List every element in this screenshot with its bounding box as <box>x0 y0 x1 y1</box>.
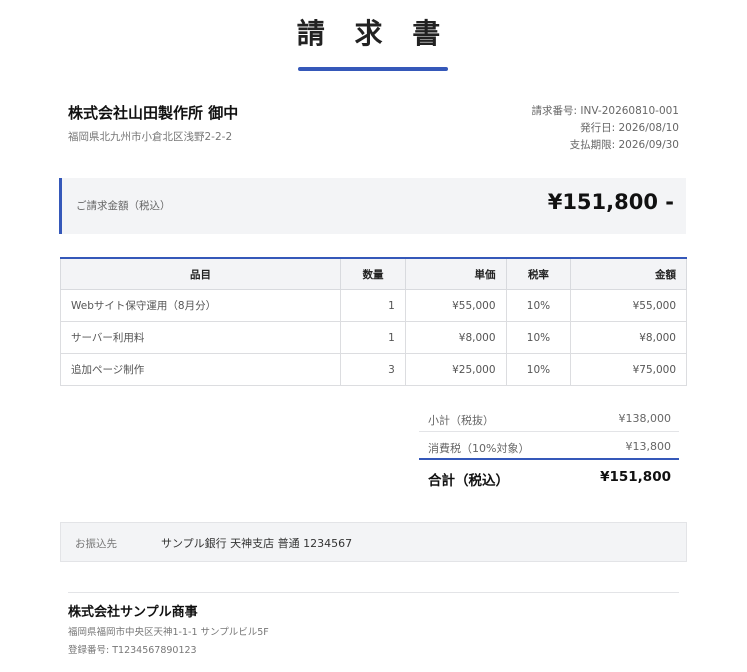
issuer-registration: 登録番号: T1234567890123 <box>68 645 197 656</box>
addressee-block: 株式会社山田製作所 御中 福岡県北九州市小倉北区浅野2-2-2 <box>68 102 238 144</box>
tax-label: 消費税（10%対象） <box>428 442 530 455</box>
issue-date: 発行日: 2026/08/10 <box>580 122 679 134</box>
header-row: 品目 数量 単価 税率 金額 <box>59 257 687 290</box>
tax-value: ¥13,800 <box>625 440 672 453</box>
item-unit-price: ¥55,000 <box>404 289 507 322</box>
issuer-divider <box>68 592 679 593</box>
invoice-number: 請求番号: INV-20260810-001 <box>531 105 679 117</box>
billing-amount: ¥151,800 - <box>547 190 674 214</box>
total-value: ¥151,800 <box>600 469 671 485</box>
item-qty: 1 <box>340 289 406 322</box>
table-row: 追加ページ制作 3 ¥25,000 10% ¥75,000 <box>59 353 687 386</box>
invoice-meta: 請求番号: INV-20260810-001 発行日: 2026/08/10 支… <box>532 103 679 154</box>
table-row: Webサイト保守運用（8月分） 1 ¥55,000 10% ¥55,000 <box>59 289 687 322</box>
items-table: 品目 数量 単価 税率 金額 Webサイト保守運用（8月分） 1 ¥55,000… <box>59 257 687 386</box>
tax-row: 消費税（10%対象） ¥13,800 <box>419 432 679 460</box>
items-table-header: 品目 数量 単価 税率 金額 <box>59 257 687 290</box>
total-row: 合計（税込） ¥151,800 <box>419 460 679 490</box>
subtotal-row: 小計（税抜） ¥138,000 <box>419 404 679 432</box>
bank-label: お振込先 <box>75 538 117 550</box>
issuer-block: 株式会社サンプル商事 福岡県福岡市中央区天神1-1-1 サンプルビル5F 登録番… <box>68 601 269 656</box>
table-row: サーバー利用料 1 ¥8,000 10% ¥8,000 <box>59 321 687 354</box>
bank-info: お振込先 サンプル銀行 天神支店 普通 1234567 <box>60 522 687 562</box>
due-date: 支払期限: 2026/09/30 <box>569 139 679 151</box>
item-amount: ¥8,000 <box>570 321 687 354</box>
total-label: 合計（税込） <box>428 473 509 489</box>
header-tax-rate: 税率 <box>505 257 572 290</box>
item-name: 追加ページ制作 <box>59 353 342 386</box>
billing-amount-label: ご請求金額（税込） <box>76 200 171 212</box>
item-unit-price: ¥8,000 <box>404 321 507 354</box>
header-unit-price: 単価 <box>404 257 507 290</box>
issuer-name: 株式会社サンプル商事 <box>68 605 198 620</box>
bank-account: サンプル銀行 天神支店 普通 1234567 <box>161 537 353 550</box>
subtotal-value: ¥138,000 <box>618 412 672 425</box>
total-banner: ご請求金額（税込） ¥151,800 - <box>59 178 686 234</box>
item-tax-rate: 10% <box>505 289 572 322</box>
subtotal-label: 小計（税抜） <box>428 414 494 427</box>
items-table-body: Webサイト保守運用（8月分） 1 ¥55,000 10% ¥55,000 サー… <box>59 289 687 386</box>
issuer-address: 福岡県福岡市中央区天神1-1-1 サンプルビル5F <box>68 627 269 638</box>
title-underline <box>298 67 448 71</box>
item-unit-price: ¥25,000 <box>404 353 507 386</box>
addressee-address: 福岡県北九州市小倉北区浅野2-2-2 <box>68 131 233 143</box>
item-qty: 1 <box>340 321 406 354</box>
header-qty: 数量 <box>340 257 406 290</box>
header-item: 品目 <box>59 257 342 290</box>
item-amount: ¥75,000 <box>570 353 687 386</box>
item-name: サーバー利用料 <box>59 321 342 354</box>
header-amount: 金額 <box>570 257 687 290</box>
item-tax-rate: 10% <box>505 353 572 386</box>
item-name: Webサイト保守運用（8月分） <box>59 289 342 322</box>
item-amount: ¥55,000 <box>570 289 687 322</box>
addressee-name: 株式会社山田製作所 御中 <box>68 104 239 122</box>
item-qty: 3 <box>340 353 406 386</box>
item-tax-rate: 10% <box>505 321 572 354</box>
summary-block: 小計（税抜） ¥138,000 消費税（10%対象） ¥13,800 合計（税込… <box>419 404 679 490</box>
invoice-title: 請 求 書 <box>296 17 451 50</box>
